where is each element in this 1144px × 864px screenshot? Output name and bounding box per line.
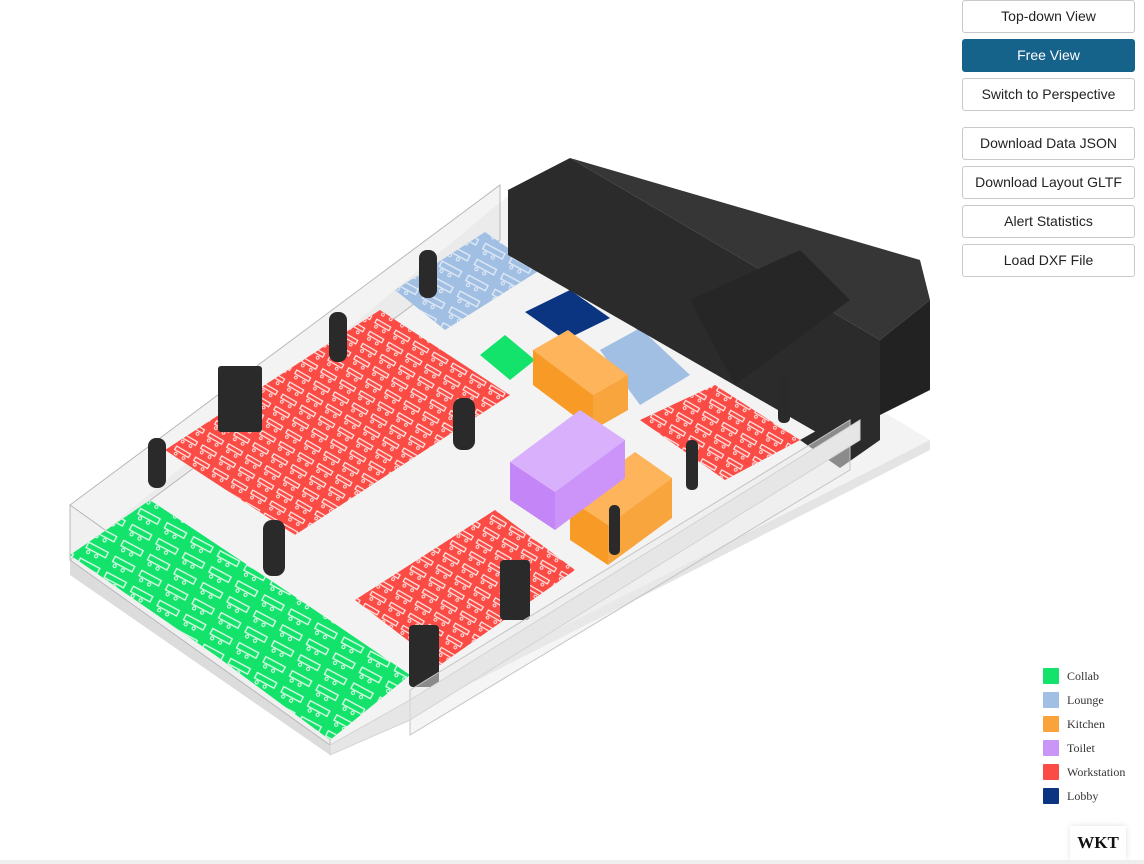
legend-item-toilet: Toilet [1043, 736, 1143, 760]
legend-item-workstation: Workstation [1043, 760, 1143, 784]
legend-swatch [1043, 764, 1059, 780]
legend-label: Toilet [1067, 740, 1095, 755]
legend-item-lounge: Lounge [1043, 688, 1143, 712]
load-dxf-button[interactable]: Load DXF File [962, 244, 1135, 277]
wkt-watermark: WKT [1070, 826, 1126, 860]
download-json-button[interactable]: Download Data JSON [962, 127, 1135, 160]
top-down-view-button[interactable]: Top-down View [962, 0, 1135, 33]
legend-label: Lobby [1067, 788, 1099, 803]
alert-statistics-button[interactable]: Alert Statistics [962, 205, 1135, 238]
legend-label: Workstation [1067, 764, 1126, 779]
legend-swatch [1043, 668, 1059, 684]
legend-label: Collab [1067, 668, 1099, 683]
legend-label: Lounge [1067, 692, 1104, 707]
legend-swatch [1043, 740, 1059, 756]
free-view-button[interactable]: Free View [962, 39, 1135, 72]
legend-item-kitchen: Kitchen [1043, 712, 1143, 736]
zone-legend: Collab Lounge Kitchen Toilet Workstation Lobb… [1043, 664, 1143, 808]
legend-swatch [1043, 692, 1059, 708]
bottom-divider [0, 860, 1144, 864]
legend-swatch [1043, 716, 1059, 732]
legend-swatch [1043, 788, 1059, 804]
legend-item-lobby: Lobby [1043, 784, 1143, 808]
legend-label: Kitchen [1067, 716, 1105, 731]
switch-perspective-button[interactable]: Switch to Perspective [962, 78, 1135, 111]
legend-item-collab: Collab [1043, 664, 1143, 688]
download-gltf-button[interactable]: Download Layout GLTF [962, 166, 1135, 199]
